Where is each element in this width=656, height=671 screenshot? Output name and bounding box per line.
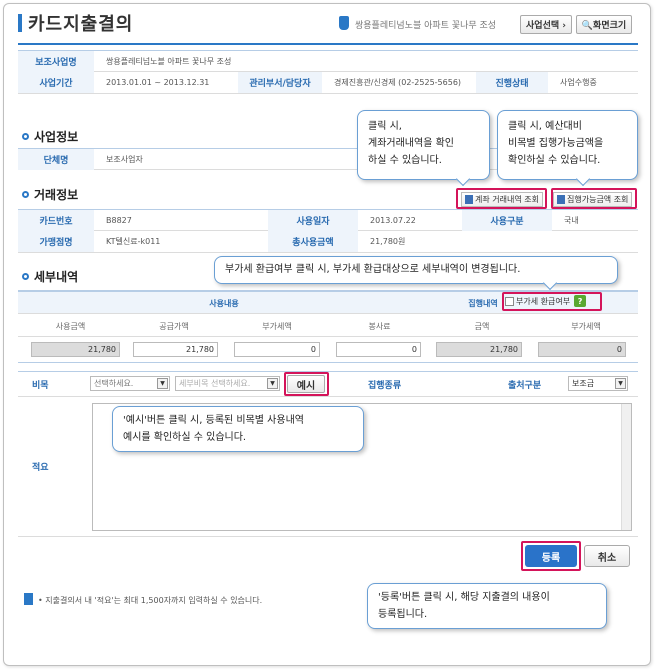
label-project: 보조사업명 [18, 51, 94, 72]
label-status: 진행상태 [476, 72, 548, 93]
supply-amount-field[interactable]: 21,780 [133, 342, 218, 357]
value-org: 보조사업자 [106, 155, 143, 164]
callout-register-line2: 등록됩니다. [378, 609, 428, 620]
value-status: 사업수행중 [560, 78, 597, 87]
source-select-value: 보조금 [572, 379, 595, 388]
screen-size-button[interactable]: 🔍화면크기 [576, 15, 632, 34]
value-card-no: B8827 [106, 216, 132, 225]
section-detail: 세부내역 [22, 268, 78, 285]
section-business: 사업정보 [22, 128, 78, 145]
document-icon [24, 593, 33, 605]
callout-account-line2: 계좌거래내역을 확인 [368, 138, 454, 149]
label-dept: 관리부서/담당자 [238, 72, 322, 93]
source-select[interactable]: 보조금 ▼ [568, 376, 628, 391]
label-item: 비목 [32, 381, 49, 391]
item-select-value: 선택하세요. [94, 379, 134, 388]
value-total: 21,780원 [370, 237, 406, 246]
label-use-type: 사용구분 [462, 210, 552, 231]
value-dept: 경제진흥관/신경제 (02-2525-5656) [334, 78, 462, 87]
section-trade: 거래정보 [22, 186, 78, 203]
chevron-down-icon: ▼ [157, 378, 168, 389]
callout-balance-line1: 클릭 시, 예산대비 [508, 121, 582, 132]
highlight-vat-refund [502, 292, 602, 311]
notice-text: • 지출결의서 내 '적요'는 최대 1,500자까지 입력하실 수 있습니다. [38, 596, 263, 605]
vat-amount-field[interactable]: 0 [234, 342, 320, 357]
callout-account-line3: 하실 수 있습니다. [368, 155, 442, 166]
section-business-title: 사업정보 [34, 130, 79, 144]
service-fee-field[interactable]: 0 [336, 342, 421, 357]
title-divider [18, 43, 638, 45]
col-vat: 부가세액 [262, 321, 292, 331]
col-exec-vat: 부가세액 [571, 321, 601, 331]
callout-example-line1: '예시'버튼 클릭 시, 등록된 비목별 사용내역 [123, 415, 304, 426]
col-service: 봉사료 [368, 321, 391, 331]
callout-example: '예시'버튼 클릭 시, 등록된 비목별 사용내역 예시를 확인하실 수 있습니… [112, 406, 364, 452]
col-amount: 사용금액 [55, 321, 86, 331]
callout-account-line1: 클릭 시, [368, 121, 402, 132]
group-usage: 사용내용 [209, 298, 239, 308]
callout-account: 클릭 시, 계좌거래내역을 확인 하실 수 있습니다. [357, 110, 490, 187]
highlight-register-button [521, 541, 581, 571]
col-supply: 공급가액 [159, 321, 189, 331]
trade-row-2: 가맹점명 KT텔신료-k011 총사용금액 21,780원 [18, 231, 638, 253]
item-select[interactable]: 선택하세요. ▼ [90, 376, 170, 391]
label-use-date: 사용일자 [268, 210, 358, 231]
section-trade-title: 거래정보 [34, 188, 79, 202]
cancel-button[interactable]: 취소 [584, 545, 630, 567]
value-project: 쌍용플레티넘노블 아파트 꽃나무 조성 [106, 57, 232, 66]
sub-item-select-value: 세부비목 선택하세요. [179, 379, 251, 388]
callout-balance: 클릭 시, 예산대비 비목별 집행가능금액을 확인하실 수 있습니다. [497, 110, 638, 187]
project-icon [339, 16, 349, 30]
label-period: 사업기간 [18, 72, 94, 93]
info-row-1: 보조사업명 쌍용플레티넘노블 아파트 꽃나무 조성 [18, 50, 638, 72]
value-use-type: 국내 [564, 216, 579, 225]
col-exec-amount: 금액 [474, 321, 490, 331]
chevron-down-icon: ▼ [615, 378, 626, 389]
label-org: 단체명 [18, 149, 94, 170]
info-row-2: 사업기간 2013.01.01 ~ 2013.12.31 관리부서/담당자 경제… [18, 72, 638, 94]
callout-balance-line2: 비목별 집행가능금액을 [508, 138, 604, 149]
detail-col-header: 사용금액 공급가액 부가세액 봉사료 금액 부가세액 [18, 315, 638, 337]
business-select-button[interactable]: 사업선택 › [520, 15, 572, 34]
title-accent-bar [18, 14, 22, 32]
callout-example-line2: 예시를 확인하실 수 있습니다. [123, 432, 247, 443]
value-merchant: KT텔신료-k011 [106, 237, 161, 246]
usage-amount-field: 21,780 [31, 342, 120, 357]
chevron-down-icon: ▼ [267, 378, 278, 389]
label-total: 총사용금액 [268, 231, 358, 252]
sub-item-select[interactable]: 세부비목 선택하세요. ▼ [175, 376, 280, 391]
section-detail-title: 세부내역 [34, 270, 79, 284]
page-title: 카드지출결의 [28, 14, 134, 35]
callout-register-line1: '등록'버튼 클릭 시, 해당 지출결의 내용이 [378, 592, 550, 603]
exec-amount-field: 21,780 [436, 342, 522, 357]
highlight-balance-button [551, 188, 637, 209]
callout-register: '등록'버튼 클릭 시, 해당 지출결의 내용이 등록됩니다. [367, 583, 607, 629]
callout-balance-line3: 확인하실 수 있습니다. [508, 155, 601, 166]
highlight-example-button [284, 372, 329, 396]
trade-row-1: 카드번호 B8827 사용일자 2013.07.22 사용구분 국내 [18, 209, 638, 231]
value-period: 2013.01.01 ~ 2013.12.31 [106, 78, 210, 87]
callout-vat: 부가세 환급여부 클릭 시, 부가세 환급대상으로 세부내역이 변경됩니다. [214, 256, 618, 291]
exec-vat-field: 0 [538, 342, 626, 357]
highlight-account-button [456, 188, 547, 209]
value-use-date: 2013.07.22 [370, 216, 416, 225]
label-exec-type: 집행종류 [368, 381, 402, 391]
project-name: 쌍용플레티넘노블 아파트 꽃나무 조성 [355, 21, 497, 31]
label-memo: 적요 [32, 463, 49, 473]
label-card-no: 카드번호 [18, 210, 94, 231]
label-source: 출처구분 [508, 381, 542, 391]
memo-scrollbar[interactable] [621, 404, 631, 530]
label-merchant: 가맹점명 [18, 231, 94, 252]
